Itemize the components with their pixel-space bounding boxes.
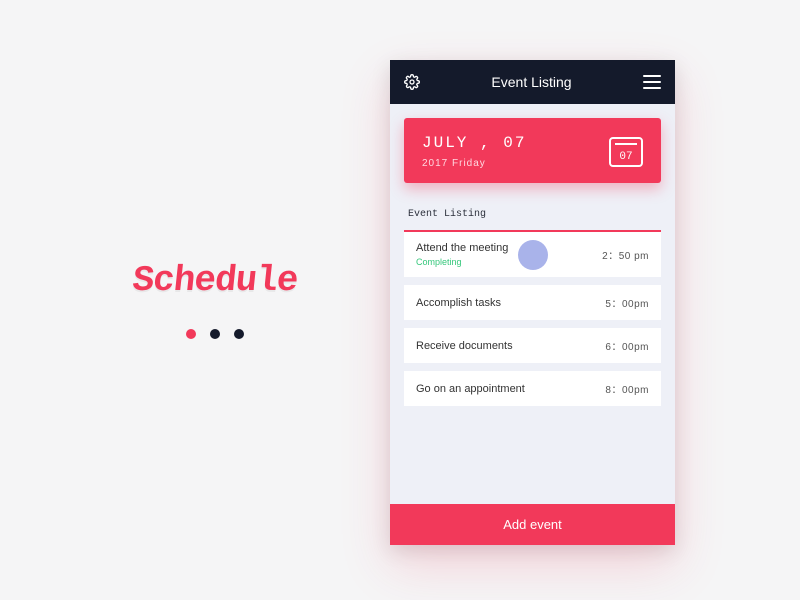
phone-mock: Event Listing JULY , 07 2017 Friday 07 E…	[390, 60, 675, 545]
event-list: Attend the meeting Completing 2：50 pm Ac…	[404, 230, 661, 406]
calendar-day: 07	[619, 151, 632, 163]
event-time: 6：00pm	[605, 338, 649, 353]
event-title: Attend the meeting	[416, 242, 508, 254]
date-main: JULY , 07	[422, 134, 526, 152]
event-time: 8：00pm	[605, 381, 649, 396]
event-row[interactable]: Go on an appointment 8：00pm	[404, 371, 661, 406]
event-title: Go on an appointment	[416, 383, 525, 395]
brand-panel: Schedule	[100, 260, 330, 339]
event-row[interactable]: Accomplish tasks 5：00pm	[404, 285, 661, 320]
settings-button[interactable]	[404, 74, 420, 90]
add-event-button[interactable]: Add event	[390, 504, 675, 545]
drag-handle[interactable]	[518, 240, 548, 270]
date-card[interactable]: JULY , 07 2017 Friday 07	[404, 118, 661, 183]
event-time: 5：00pm	[605, 295, 649, 310]
page-dots[interactable]	[100, 329, 330, 339]
gear-icon	[404, 74, 420, 90]
hamburger-icon	[643, 75, 661, 89]
brand-logo: Schedule	[98, 260, 332, 301]
menu-button[interactable]	[643, 75, 661, 89]
event-title: Receive documents	[416, 340, 513, 352]
page-dot-1[interactable]	[186, 329, 196, 339]
page-dot-3[interactable]	[234, 329, 244, 339]
event-row[interactable]: Receive documents 6：00pm	[404, 328, 661, 363]
date-text-block: JULY , 07 2017 Friday	[422, 134, 526, 169]
date-sub: 2017 Friday	[422, 158, 526, 169]
event-row[interactable]: Attend the meeting Completing 2：50 pm	[404, 230, 661, 277]
app-header: Event Listing	[390, 60, 675, 104]
calendar-icon: 07	[609, 137, 643, 167]
event-status: Completing	[416, 257, 508, 267]
event-title: Accomplish tasks	[416, 297, 501, 309]
page-title: Event Listing	[491, 74, 571, 90]
event-time: 2：50 pm	[602, 247, 649, 262]
page-dot-2[interactable]	[210, 329, 220, 339]
section-label: Event Listing	[408, 209, 657, 220]
